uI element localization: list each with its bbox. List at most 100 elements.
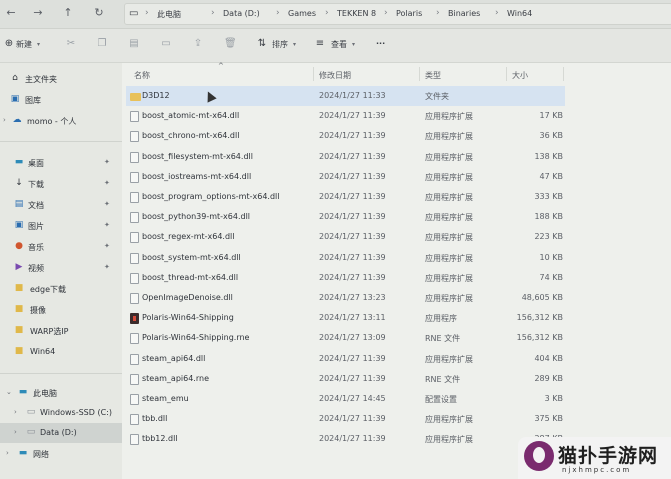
file-size: 47 KB bbox=[539, 171, 563, 181]
file-row[interactable]: tbb12.dll2024/1/27 11:39应用程序扩展287 KB bbox=[126, 429, 565, 449]
file-icon bbox=[130, 434, 139, 446]
sort-button[interactable]: 排序 bbox=[272, 39, 288, 50]
file-row[interactable]: boost_regex-mt-x64.dll 2024/1/27 11:39 应用程… bbox=[126, 227, 565, 247]
column-divider[interactable] bbox=[313, 67, 314, 81]
sort-icon[interactable]: ⇅ bbox=[256, 38, 268, 50]
sidebar-item-drive-c[interactable]: › ▭ Windows-SSD (C:) bbox=[0, 403, 122, 423]
file-row[interactable]: tbb.dll 2024/1/27 11:39 应用程序扩展 375 KB bbox=[126, 409, 565, 429]
pin-icon: ✦ bbox=[104, 242, 110, 250]
file-row[interactable]: boost_system-mt-x64.dll 2024/1/27 11:39 应用… bbox=[126, 248, 565, 268]
file-row[interactable]: boost_atomic-mt-x64.dll 2024/1/27 11:39 应用… bbox=[126, 106, 565, 126]
forward-icon[interactable]: → bbox=[31, 6, 45, 20]
crumb-games[interactable]: Games bbox=[288, 9, 316, 18]
sidebar-item-camera[interactable]: ■ 摄像 bbox=[0, 300, 122, 320]
rename-icon[interactable]: ▭ bbox=[160, 38, 172, 50]
back-icon[interactable]: ← bbox=[4, 6, 18, 20]
file-icon bbox=[130, 373, 139, 385]
sidebar-item-network[interactable]: › ▬ 网络 bbox=[0, 444, 122, 464]
folder-icon bbox=[130, 93, 141, 101]
file-icon bbox=[130, 252, 139, 264]
sidebar-item-warp[interactable]: ■ WARP选IP bbox=[0, 321, 122, 341]
file-icon bbox=[130, 131, 139, 143]
file-type: 应用程序扩展 bbox=[425, 233, 473, 243]
sidebar-item-pictures[interactable]: ▣ 图片 ✦ bbox=[0, 216, 122, 236]
sidebar-item-onedrive[interactable]: › ☁ momo - 个人 bbox=[0, 111, 122, 131]
sidebar-item-label: 图库 bbox=[25, 96, 41, 105]
file-row[interactable]: Polaris-Win64-Shipping.rne 2024/1/27 13:0… bbox=[126, 328, 565, 348]
new-button[interactable]: 新建 bbox=[16, 39, 32, 50]
up-icon[interactable]: ↑ bbox=[61, 6, 75, 20]
sidebar-item-videos[interactable]: ▶ 视频 ✦ bbox=[0, 258, 122, 278]
view-icon[interactable]: ≡ bbox=[314, 38, 326, 50]
folder-icon: ■ bbox=[14, 304, 24, 314]
more-options-button[interactable]: ··· bbox=[376, 39, 385, 48]
crumb-this-pc[interactable]: 此电脑 bbox=[157, 9, 181, 20]
chevron-right-icon: › bbox=[436, 8, 440, 18]
crumb-binaries[interactable]: Binaries bbox=[448, 9, 480, 18]
file-type: 应用程序扩展 bbox=[425, 435, 473, 445]
column-header-type[interactable]: 类型 bbox=[425, 70, 441, 81]
file-icon bbox=[130, 272, 139, 284]
sidebar-item-documents[interactable]: ▤ 文档 ✦ bbox=[0, 195, 122, 215]
crumb-win64[interactable]: Win64 bbox=[507, 9, 532, 18]
delete-icon[interactable]: 🗑 bbox=[224, 38, 237, 50]
column-divider[interactable] bbox=[419, 67, 420, 81]
chevron-down-icon: ▾ bbox=[293, 41, 297, 48]
file-row[interactable]: boost_chrono-mt-x64.dll 2024/1/27 11:39 应用… bbox=[126, 126, 565, 146]
file-icon bbox=[130, 293, 139, 304]
column-header-size[interactable]: 大小 bbox=[512, 70, 528, 81]
crumb-polaris[interactable]: Polaris bbox=[396, 9, 422, 18]
sidebar-item-music[interactable]: ● 音乐 ✦ bbox=[0, 237, 122, 257]
sidebar-item-label: WARP选IP bbox=[30, 327, 69, 336]
file-row[interactable]: steam_api64.rne 2024/1/27 11:39 RNE 文件 289 … bbox=[126, 369, 565, 389]
watermark-title: 猫扑手游网 bbox=[558, 445, 659, 467]
file-row[interactable]: steam_api64.dll 2024/1/27 11:39 应用程序扩展 404 … bbox=[126, 349, 565, 369]
file-row[interactable]: steam_emu 2024/1/27 14:45 配置设置 3 KB bbox=[126, 389, 565, 409]
crumb-tekken[interactable]: TEKKEN 8 bbox=[337, 9, 376, 18]
pin-icon: ✦ bbox=[104, 263, 110, 271]
file-type: 应用程序扩展 bbox=[425, 253, 473, 263]
view-button[interactable]: 查看 bbox=[331, 39, 347, 50]
sidebar-item-gallery[interactable]: ▣ 图库 bbox=[0, 90, 122, 110]
paste-icon[interactable]: ▤ bbox=[128, 38, 140, 50]
sidebar-item-edge-downloads[interactable]: ■ edge下载 bbox=[0, 279, 122, 299]
copy-icon[interactable]: ❐ bbox=[96, 38, 108, 50]
file-row[interactable]: boost_iostreams-mt-x64.dll 2024/1/27 11:3… bbox=[126, 167, 565, 187]
sidebar-item-this-pc[interactable]: ⌄ ▬ 此电脑 bbox=[0, 383, 122, 403]
new-icon[interactable]: ⊕ bbox=[3, 38, 15, 50]
column-header-date[interactable]: 修改日期 bbox=[319, 70, 351, 81]
crumb-drive[interactable]: Data (D:) bbox=[223, 9, 260, 18]
sidebar-item-desktop[interactable]: ▬ 桌面 ✦ bbox=[0, 153, 122, 173]
sidebar-item-downloads[interactable]: ↓ 下载 ✦ bbox=[0, 174, 122, 194]
sidebar-item-home[interactable]: ⌂ 主文件夹 bbox=[0, 69, 122, 89]
file-type: 配置设置 bbox=[425, 395, 457, 404]
file-row[interactable]: OpenImageDenoise.dll 2024/1/27 13:23 应用程序扩… bbox=[126, 288, 565, 308]
sidebar-item-win64[interactable]: ■ Win64 bbox=[0, 342, 122, 362]
file-row[interactable]: Polaris-Win64-Shipping 2024/1/27 13:11 应用程… bbox=[126, 308, 565, 328]
file-size: 36 KB bbox=[539, 131, 563, 141]
folder-icon: ■ bbox=[14, 283, 24, 293]
refresh-icon[interactable]: ↻ bbox=[92, 6, 106, 20]
file-row[interactable]: boost_program_options-mt-x64.dll 2024/1/2… bbox=[126, 187, 565, 207]
cut-icon[interactable]: ✂ bbox=[65, 38, 77, 50]
chevron-right-icon: › bbox=[14, 408, 17, 416]
column-divider[interactable] bbox=[563, 67, 564, 81]
file-row[interactable]: boost_python39-mt-x64.dll 2024/1/27 11:39… bbox=[126, 207, 565, 227]
file-date: 2024/1/27 11:39 bbox=[319, 434, 386, 444]
folder-row[interactable]: D3D12 2024/1/27 11:33 文件夹 bbox=[126, 86, 565, 106]
breadcrumb[interactable]: ▭ › 此电脑 › Data (D:) › Games › TEKKEN 8 ›… bbox=[124, 3, 671, 25]
file-type: 应用程序 bbox=[425, 314, 457, 324]
file-name: boost_thread-mt-x64.dll bbox=[142, 272, 239, 282]
video-icon: ▶ bbox=[15, 262, 23, 272]
file-row[interactable]: boost_filesystem-mt-x64.dll 2024/1/27 11:… bbox=[126, 147, 565, 167]
share-icon[interactable]: ⇪ bbox=[192, 38, 204, 50]
file-size: 156,312 KB bbox=[516, 313, 563, 323]
column-header-name[interactable]: 名称 bbox=[134, 70, 150, 81]
column-divider[interactable] bbox=[506, 67, 507, 81]
pin-icon: ✦ bbox=[104, 200, 110, 208]
file-size: 17 KB bbox=[539, 111, 563, 121]
file-row[interactable]: boost_thread-mt-x64.dll 2024/1/27 11:39 应用… bbox=[126, 268, 565, 288]
file-icon bbox=[130, 171, 139, 183]
sidebar-item-drive-d[interactable]: › ▭ Data (D:) bbox=[0, 423, 122, 443]
file-name: boost_iostreams-mt-x64.dll bbox=[142, 171, 252, 181]
